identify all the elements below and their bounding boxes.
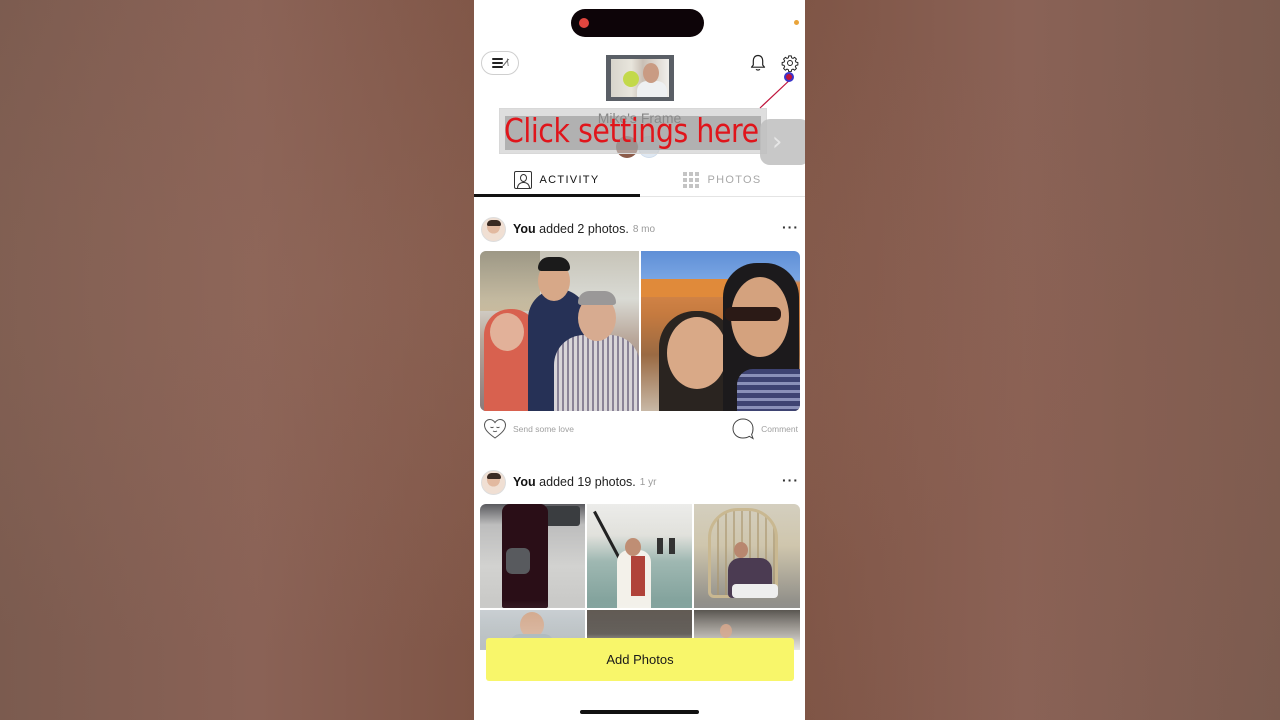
next-button[interactable]: › [760,119,805,165]
post-header: You added 2 photos. 8 mo ··· [481,216,799,242]
post-actor: You [513,222,536,236]
send-love-label: Send some love [513,424,574,434]
tab-photos[interactable]: PHOTOS [640,163,805,196]
post-action: added 2 photos. [539,222,629,236]
dynamic-island [571,9,704,37]
more-options-button[interactable]: ··· [782,220,799,237]
more-options-button[interactable]: ··· [782,473,799,490]
comment-label: Comment [761,424,798,434]
frame-thumbnail[interactable] [606,55,674,101]
bell-icon[interactable] [750,54,766,72]
person-icon [513,170,532,189]
post-photos [480,251,800,411]
frame-preview-photo [611,59,669,97]
post-action: added 19 photos. [539,475,636,489]
photo-thumbnail[interactable] [480,251,639,411]
privacy-indicator-icon [794,20,799,25]
post-header: You added 19 photos. 1 yr ··· [481,469,799,495]
annotation-text: Click settings here [504,111,759,150]
active-tab-indicator [474,194,640,197]
post-time: 1 yr [639,476,657,488]
tab-bar: ACTIVITY PHOTOS [474,163,805,197]
add-photos-button[interactable]: Add Photos [486,638,794,681]
heart-icon [483,418,507,439]
tab-label: PHOTOS [707,173,762,186]
avatar[interactable] [481,469,506,495]
send-love-button[interactable]: Send some love [483,418,574,440]
post-summary: You added 19 photos. [513,475,636,489]
post-summary: You added 2 photos. [513,222,629,236]
aura-logo-icon: ⁄⁄\ [504,57,509,69]
photo-thumbnail[interactable] [480,504,585,608]
menu-button[interactable]: ⁄⁄\ [481,51,519,75]
chevron-right-icon: › [772,127,783,157]
photo-thumbnail[interactable] [641,251,800,411]
photo-thumbnail[interactable] [694,504,800,608]
grid-icon [683,171,700,188]
tab-activity[interactable]: ACTIVITY [474,163,639,196]
phone-screen: ⁄⁄\ Mike's Frame Click settings here › A… [474,0,805,720]
post-actions: Send some love Comment [483,417,798,441]
gear-icon[interactable] [781,54,799,72]
home-indicator[interactable] [580,710,699,714]
tab-label: ACTIVITY [539,173,600,186]
tap-indicator-icon [784,72,794,82]
comment-bubble-icon [732,418,755,440]
post-actor: You [513,475,536,489]
comment-button[interactable]: Comment [731,417,798,441]
hamburger-menu-icon [491,58,503,68]
post-time: 8 mo [632,223,656,235]
photo-thumbnail[interactable] [587,504,692,608]
recording-indicator-icon [579,18,589,28]
avatar[interactable] [481,216,506,242]
